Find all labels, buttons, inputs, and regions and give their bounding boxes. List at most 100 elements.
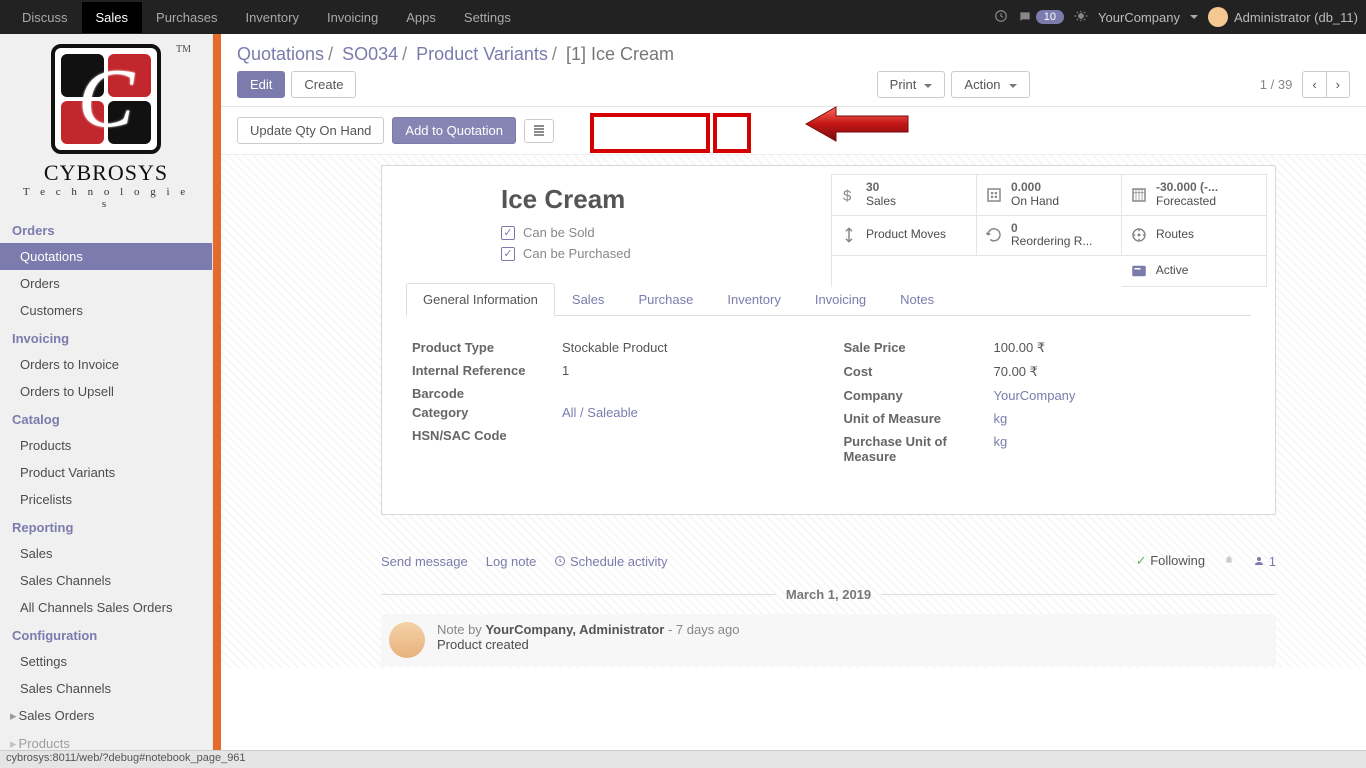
tab-inventory[interactable]: Inventory bbox=[710, 283, 797, 315]
internal-ref-label: Internal Reference bbox=[412, 363, 562, 378]
crumb-current: [1] Ice Cream bbox=[566, 44, 674, 64]
crumb-quotations[interactable]: Quotations bbox=[237, 44, 324, 64]
stat-moves[interactable]: Product Moves bbox=[832, 216, 977, 257]
stat-routes[interactable]: Routes bbox=[1122, 216, 1267, 257]
pager-position: 1 / 39 bbox=[1260, 77, 1293, 92]
log-note-link[interactable]: Log note bbox=[486, 554, 537, 569]
sidebar-item-sales[interactable]: Sales bbox=[0, 540, 212, 567]
user-dropdown[interactable]: Administrator (db_11) bbox=[1208, 7, 1358, 27]
annotation-highlight-1 bbox=[590, 113, 710, 153]
create-button[interactable]: Create bbox=[291, 71, 356, 98]
chat-message: Note by YourCompany, Administrator - 7 d… bbox=[381, 614, 1276, 666]
logo-icon: C bbox=[51, 44, 161, 154]
tab-notes[interactable]: Notes bbox=[883, 283, 951, 315]
company-value[interactable]: YourCompany bbox=[994, 388, 1076, 403]
product-type-label: Product Type bbox=[412, 340, 562, 355]
company-label: Company bbox=[844, 388, 994, 403]
menu-inventory[interactable]: Inventory bbox=[231, 2, 312, 33]
tab-purchase[interactable]: Purchase bbox=[621, 283, 710, 315]
can-be-purchased-checkbox[interactable] bbox=[501, 247, 515, 261]
sidebar-header: Orders bbox=[0, 216, 212, 243]
clock-icon[interactable] bbox=[994, 9, 1008, 26]
pager-prev-button[interactable]: ‹ bbox=[1302, 71, 1326, 98]
internal-ref-value: 1 bbox=[562, 363, 569, 378]
schedule-activity-link[interactable]: Schedule activity bbox=[554, 554, 667, 569]
hsn-label: HSN/SAC Code bbox=[412, 428, 562, 443]
crumb-product-variants[interactable]: Product Variants bbox=[416, 44, 548, 64]
stat-sales[interactable]: $30Sales bbox=[832, 175, 977, 216]
tab-general-information[interactable]: General Information bbox=[406, 283, 555, 316]
messages-icon[interactable]: 10 bbox=[1018, 10, 1064, 24]
print-dropdown[interactable]: Print bbox=[877, 71, 946, 98]
logo-tagline: T e c h n o l o g i e s bbox=[21, 186, 191, 210]
stat-active[interactable]: Active bbox=[1122, 256, 1267, 287]
grid-view-button[interactable] bbox=[524, 119, 554, 143]
browser-status-bar: cybrosys:8011/web/?debug#notebook_page_9… bbox=[0, 750, 1366, 768]
annotation-arrow-icon bbox=[796, 101, 916, 147]
update-qty-button[interactable]: Update Qty On Hand bbox=[237, 117, 384, 144]
sidebar-item-orders-to-invoice[interactable]: Orders to Invoice bbox=[0, 351, 212, 378]
barcode-label: Barcode bbox=[412, 386, 562, 401]
product-type-value: Stockable Product bbox=[562, 340, 668, 355]
category-value[interactable]: All / Saleable bbox=[562, 405, 638, 420]
cost-label: Cost bbox=[844, 364, 994, 379]
list-icon bbox=[533, 125, 545, 137]
sidebar-item-pricelists[interactable]: Pricelists bbox=[0, 486, 212, 513]
cost-value: 70.00 ₹ bbox=[994, 364, 1038, 380]
sidebar-header: Catalog bbox=[0, 405, 212, 432]
pager-next-button[interactable]: › bbox=[1326, 71, 1350, 98]
uom-value[interactable]: kg bbox=[994, 411, 1008, 426]
tab-sales[interactable]: Sales bbox=[555, 283, 622, 315]
send-message-link[interactable]: Send message bbox=[381, 554, 468, 569]
puom-value[interactable]: kg bbox=[994, 434, 1008, 449]
edit-button[interactable]: Edit bbox=[237, 71, 285, 98]
sidebar-item-quotations[interactable]: Quotations bbox=[0, 243, 212, 270]
sidebar-item-all-channels-sales-orders[interactable]: All Channels Sales Orders bbox=[0, 594, 212, 621]
stat-forecasted[interactable]: -30.000 (-...Forecasted bbox=[1122, 175, 1267, 216]
sidebar-item-orders-to-upsell[interactable]: Orders to Upsell bbox=[0, 378, 212, 405]
sidebar-item-products[interactable]: Products bbox=[0, 432, 212, 459]
form-sheet: $30Sales 0.000On Hand -30.000 (-...Forec… bbox=[381, 165, 1276, 515]
add-to-quotation-button[interactable]: Add to Quotation bbox=[392, 117, 516, 144]
chatter: Send message Log note Schedule activity … bbox=[381, 535, 1276, 666]
main-menu: Discuss Sales Purchases Inventory Invoic… bbox=[8, 2, 525, 33]
sidebar-item-product-variants[interactable]: Product Variants bbox=[0, 459, 212, 486]
sidebar-item-sales-channels[interactable]: Sales Channels bbox=[0, 675, 212, 702]
menu-apps[interactable]: Apps bbox=[392, 2, 450, 33]
sidebar-item-sales-channels[interactable]: Sales Channels bbox=[0, 567, 212, 594]
logo-name: CYBROSYS bbox=[21, 160, 191, 186]
company-logo: TM C CYBROSYS T e c h n o l o g i e s bbox=[0, 40, 212, 216]
tab-invoicing[interactable]: Invoicing bbox=[798, 283, 883, 315]
following-button[interactable]: ✓ Following bbox=[1136, 553, 1205, 569]
stat-reordering[interactable]: 0Reordering R... bbox=[977, 216, 1122, 257]
sidebar-item-customers[interactable]: Customers bbox=[0, 297, 212, 324]
action-dropdown[interactable]: Action bbox=[951, 71, 1029, 98]
can-be-sold-checkbox[interactable] bbox=[501, 226, 515, 240]
clock-icon bbox=[554, 555, 566, 567]
menu-sales[interactable]: Sales bbox=[82, 2, 143, 33]
annotation-highlight-2 bbox=[713, 113, 751, 153]
svg-text:$: $ bbox=[843, 187, 852, 204]
sidebar-item-settings[interactable]: Settings bbox=[0, 648, 212, 675]
followers-count[interactable]: 1 bbox=[1253, 554, 1276, 569]
menu-invoicing[interactable]: Invoicing bbox=[313, 2, 392, 33]
menu-settings[interactable]: Settings bbox=[450, 2, 525, 33]
bug-icon[interactable] bbox=[1074, 9, 1088, 26]
sidebar-item-sales-orders[interactable]: Sales Orders bbox=[0, 702, 212, 730]
menu-purchases[interactable]: Purchases bbox=[142, 2, 231, 33]
avatar-icon bbox=[1208, 7, 1228, 27]
crumb-so034[interactable]: SO034 bbox=[342, 44, 398, 64]
accent-strip bbox=[213, 34, 221, 750]
can-be-purchased-label: Can be Purchased bbox=[523, 246, 631, 261]
sidebar-item-products[interactable]: Products bbox=[0, 730, 212, 750]
stat-buttons: $30Sales 0.000On Hand -30.000 (-...Forec… bbox=[831, 174, 1267, 287]
bell-icon[interactable] bbox=[1223, 554, 1235, 569]
tabs: General InformationSalesPurchaseInventor… bbox=[406, 283, 1251, 316]
company-dropdown[interactable]: YourCompany bbox=[1098, 10, 1198, 25]
sidebar-header: Configuration bbox=[0, 621, 212, 648]
uom-label: Unit of Measure bbox=[844, 411, 994, 426]
menu-discuss[interactable]: Discuss bbox=[8, 2, 82, 33]
sidebar-item-orders[interactable]: Orders bbox=[0, 270, 212, 297]
stat-on-hand[interactable]: 0.000On Hand bbox=[977, 175, 1122, 216]
chat-date-separator: March 1, 2019 bbox=[786, 587, 871, 602]
